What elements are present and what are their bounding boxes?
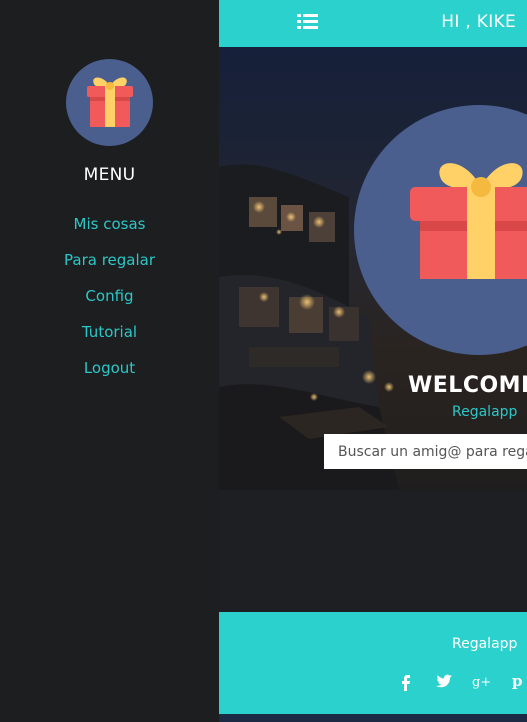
list-icon[interactable] xyxy=(297,13,319,31)
hero-banner: WELCOME Regalapp xyxy=(219,47,527,490)
top-bar: HI , KIKE xyxy=(219,0,527,47)
facebook-icon[interactable] xyxy=(395,670,417,692)
sidebar-item-config[interactable]: Config xyxy=(0,287,219,305)
gift-icon xyxy=(87,77,133,127)
sidebar-item-logout[interactable]: Logout xyxy=(0,359,219,377)
menu-title: MENU xyxy=(83,165,136,185)
twitter-icon[interactable] xyxy=(433,670,455,692)
sidebar-item-para-regalar[interactable]: Para regalar xyxy=(0,251,219,269)
sidebar-logo xyxy=(66,59,153,146)
search-friend-input[interactable] xyxy=(324,434,527,469)
main-content: HI , KIKE WELCOME Regalapp Buscar un ami… xyxy=(219,0,527,722)
hero-subtitle: Regalapp xyxy=(452,404,518,420)
svg-text:g+: g+ xyxy=(472,675,491,690)
app: MENU Mis cosas Para regalar Config Tutor… xyxy=(0,0,527,722)
google-plus-icon[interactable]: g+ xyxy=(471,670,493,692)
pinterest-icon[interactable]: p xyxy=(509,670,527,692)
greeting: HI , KIKE xyxy=(441,12,516,32)
sidebar-item-mis-cosas[interactable]: Mis cosas xyxy=(0,215,219,233)
footer: Regalapp g+ p xyxy=(219,612,527,714)
welcome-title: WELCOME xyxy=(408,373,527,398)
sidebar: MENU Mis cosas Para regalar Config Tutor… xyxy=(0,0,219,722)
gift-icon xyxy=(410,163,527,279)
sidebar-item-tutorial[interactable]: Tutorial xyxy=(0,323,219,341)
bottom-strip xyxy=(219,714,527,722)
footer-title: Regalapp xyxy=(452,636,518,652)
svg-text:p: p xyxy=(512,672,523,690)
